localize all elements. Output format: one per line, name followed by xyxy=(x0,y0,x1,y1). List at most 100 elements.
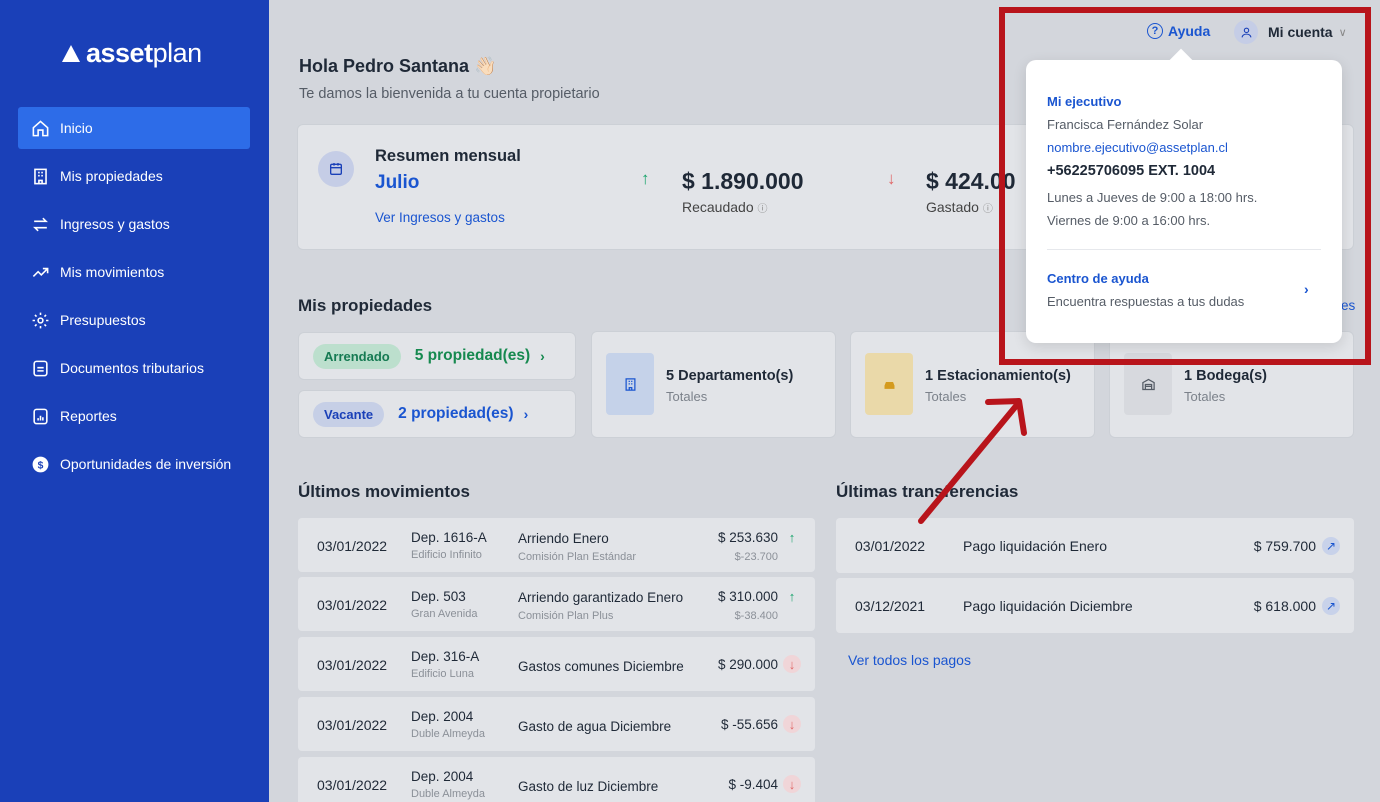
movement-row[interactable]: 03/01/2022 Dep. 2004 Duble Almeyda Gasto… xyxy=(298,697,815,751)
movement-unit: Dep. 503 xyxy=(411,589,466,604)
movement-description: Gastos comunes Diciembre xyxy=(518,659,684,674)
sidebar-item-label: Documentos tributarios xyxy=(60,360,204,376)
summary-title: Resumen mensual xyxy=(375,147,521,165)
movement-date: 03/01/2022 xyxy=(317,717,388,733)
transfer-date: 03/01/2022 xyxy=(855,538,926,554)
swap-icon xyxy=(30,214,50,234)
movement-building: Duble Almeyda xyxy=(411,728,485,740)
sidebar-item-presupuestos[interactable]: Presupuestos xyxy=(18,299,250,341)
movements-title: Últimos movimientos xyxy=(298,482,470,501)
storage-count: 1 Bodega(s) xyxy=(1184,368,1267,384)
dollar-icon: $ xyxy=(30,454,50,474)
sidebar-item-label: Mis propiedades xyxy=(60,168,163,184)
external-link-icon[interactable]: ↗ xyxy=(1322,537,1340,555)
movement-unit: Dep. 2004 xyxy=(411,769,474,784)
sidebar-item-documentos-tributarios[interactable]: Documentos tributarios xyxy=(18,347,250,389)
assetplan-logo[interactable]: asset plan xyxy=(62,38,202,69)
vacant-pill: Vacante xyxy=(313,401,385,427)
movement-row[interactable]: 03/01/2022 Dep. 1616-A Edificio Infinito… xyxy=(298,518,815,572)
movement-amount: $ -9.404 xyxy=(728,777,778,792)
movement-building: Duble Almeyda xyxy=(411,788,485,800)
logo-text-bold: asset xyxy=(86,38,153,68)
movement-description: Gasto de luz Diciembre xyxy=(518,779,659,794)
chevron-right-icon: › xyxy=(523,406,529,422)
movement-unit: Dep. 1616-A xyxy=(411,530,487,545)
movement-amount: $ 253.630 xyxy=(717,530,778,545)
page-subtitle: Te damos la bienvenida a tu cuenta propi… xyxy=(299,86,600,102)
collected-label: Recaudado ⓘ xyxy=(682,199,768,215)
home-icon xyxy=(30,118,50,138)
apartments-sub: Totales xyxy=(666,389,708,404)
movement-row[interactable]: 03/01/2022 Dep. 503 Gran Avenida Arriend… xyxy=(298,577,815,631)
movement-date: 03/01/2022 xyxy=(317,777,388,793)
movement-building: Edificio Infinito xyxy=(411,549,482,561)
parking-count: 1 Estacionamiento(s) xyxy=(925,368,1071,384)
rented-pill: Arrendado xyxy=(313,343,401,369)
movement-row[interactable]: 03/01/2022 Dep. 316-A Edificio Luna Gast… xyxy=(298,637,815,691)
movement-amount: $ 310.000 xyxy=(717,589,778,604)
sidebar-item-label: Presupuestos xyxy=(60,312,146,328)
report-icon xyxy=(30,406,50,426)
movement-row[interactable]: 03/01/2022 Dep. 2004 Duble Almeyda Gasto… xyxy=(298,757,815,802)
view-income-expenses-link[interactable]: Ver Ingresos y gastos xyxy=(375,210,505,225)
apartments-card[interactable]: 5 Departamento(s) Totales xyxy=(591,331,836,438)
movement-amount: $ -55.656 xyxy=(720,717,778,732)
sidebar-item-label: Mis movimientos xyxy=(60,264,165,280)
arrow-down-icon: ↓ xyxy=(783,655,801,673)
transfer-row[interactable]: 03/01/2022 Pago liquidación Enero $ 759.… xyxy=(836,518,1354,573)
storage-sub: Totales xyxy=(1184,389,1226,404)
sidebar-item-label: Oportunidades de inversión xyxy=(60,456,232,472)
transfer-row[interactable]: 03/12/2021 Pago liquidación Diciembre $ … xyxy=(836,578,1354,633)
vacant-properties-button[interactable]: Vacante 2 propiedad(es) › xyxy=(298,390,576,438)
transfer-description: Pago liquidación Diciembre xyxy=(963,598,1133,614)
sidebar-nav: Inicio Mis propiedades Ingresos y gastos… xyxy=(18,107,250,491)
sidebar-item-label: Inicio xyxy=(60,120,93,136)
movement-description: Gasto de agua Diciembre xyxy=(518,719,672,734)
arrow-down-icon: ↓ xyxy=(887,169,896,188)
summary-month[interactable]: Julio xyxy=(375,172,419,194)
arrow-down-icon: ↓ xyxy=(783,775,801,793)
transfer-amount: $ 618.000 xyxy=(1253,598,1316,614)
collected-amount: $ 1.890.000 xyxy=(682,168,804,194)
sidebar-item-inicio[interactable]: Inicio xyxy=(18,107,250,149)
arrow-up-icon: ↑ xyxy=(788,529,796,545)
parking-sub: Totales xyxy=(925,389,967,404)
transfer-description: Pago liquidación Enero xyxy=(963,538,1107,554)
external-link-icon[interactable]: ↗ xyxy=(1322,597,1340,615)
movement-amount: $ 290.000 xyxy=(717,657,778,672)
transfers-title: Últimas transferencias xyxy=(836,482,1019,501)
vacant-count: 2 propiedad(es) xyxy=(398,405,514,422)
rented-properties-button[interactable]: Arrendado 5 propiedad(es) › xyxy=(298,332,576,380)
sidebar-item-mis-movimientos[interactable]: Mis movimientos xyxy=(18,251,250,293)
properties-title: Mis propiedades xyxy=(298,296,433,315)
movement-commission: Comisión Plan Estándar xyxy=(518,551,637,563)
info-icon[interactable]: ⓘ xyxy=(983,204,993,215)
movement-building: Gran Avenida xyxy=(411,608,478,620)
movement-unit: Dep. 316-A xyxy=(411,649,480,664)
sidebar-item-reportes[interactable]: Reportes xyxy=(18,395,250,437)
movement-unit: Dep. 2004 xyxy=(411,709,474,724)
movement-date: 03/01/2022 xyxy=(317,538,388,554)
movement-commission: Comisión Plan Plus xyxy=(518,610,614,622)
info-icon[interactable]: ⓘ xyxy=(758,204,768,215)
building-icon xyxy=(30,166,50,186)
sidebar-item-ingresos-gastos[interactable]: Ingresos y gastos xyxy=(18,203,250,245)
svg-text:$: $ xyxy=(37,460,43,471)
sidebar-item-mis-propiedades[interactable]: Mis propiedades xyxy=(18,155,250,197)
transfer-date: 03/12/2021 xyxy=(855,598,926,614)
building-icon xyxy=(606,353,654,415)
logo-triangle-icon xyxy=(62,45,80,62)
car-icon xyxy=(865,353,913,415)
view-all-payments-link[interactable]: Ver todos los pagos xyxy=(848,652,971,668)
movement-building: Edificio Luna xyxy=(411,668,474,680)
guaranteed-arrow-up-icon: ↑ xyxy=(788,588,796,604)
gear-icon xyxy=(30,310,50,330)
movement-date: 03/01/2022 xyxy=(317,597,388,613)
transfer-amount: $ 759.700 xyxy=(1253,538,1316,554)
sidebar-item-oportunidades[interactable]: $ Oportunidades de inversión xyxy=(18,443,250,485)
movement-description: Arriendo Enero xyxy=(518,531,609,546)
sidebar-item-label: Ingresos y gastos xyxy=(60,216,170,232)
page-title: Hola Pedro Santana 👋🏻 xyxy=(299,56,497,76)
trend-icon xyxy=(30,262,50,282)
movement-date: 03/01/2022 xyxy=(317,657,388,673)
